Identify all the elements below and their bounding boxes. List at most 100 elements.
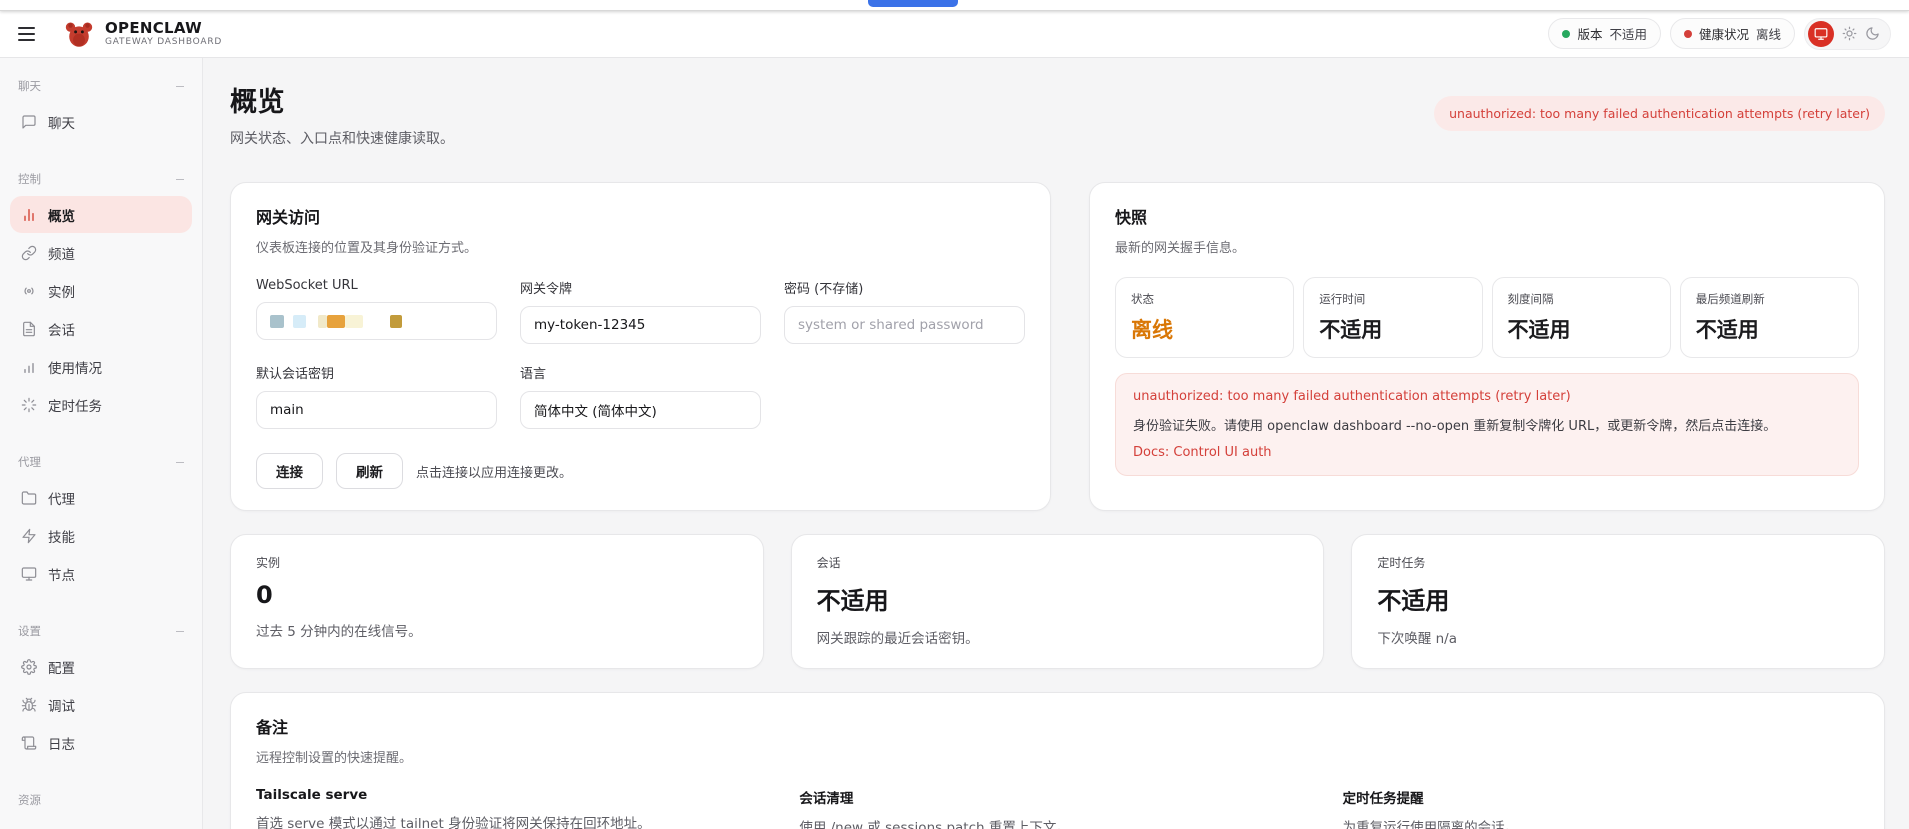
gateway-dashboard-app: OPENCLAW GATEWAY DASHBOARD 版本 不适用 健康状况 离…	[0, 10, 1909, 829]
session-key-label: 默认会话密钥	[256, 367, 335, 382]
sidebar-item-label: 会话	[48, 322, 75, 339]
sidebar-section-chat: 聊天 聊天	[10, 74, 192, 140]
browser-top-strip	[0, 0, 1909, 10]
language-label: 语言	[520, 367, 547, 382]
version-badge-label: 版本	[1577, 27, 1603, 42]
note-tailscale: Tailscale serve 首选 serve 模式以通过 tailnet 身…	[256, 787, 772, 829]
note-text: 为重复运行使用隔离的会话。	[1342, 820, 1519, 829]
sidebar-item-cron[interactable]: 定时任务	[10, 386, 192, 423]
sidebar-section-control-header[interactable]: 控制	[10, 167, 192, 195]
password-input[interactable]	[784, 306, 1025, 344]
notes-card: 备注 远程控制设置的快速提醒。 Tailscale serve 首选 serve…	[230, 692, 1885, 829]
moon-icon	[1866, 27, 1879, 40]
sidebar-item-label: 代理	[48, 491, 75, 508]
folder-icon	[21, 490, 37, 506]
stat-tile-status: 状态 离线	[1115, 277, 1295, 358]
top-bar: OPENCLAW GATEWAY DASHBOARD 版本 不适用 健康状况 离…	[0, 10, 1909, 58]
sidebar-item-label: 定时任务	[48, 398, 102, 415]
sidebar-section-chat-header[interactable]: 聊天	[10, 74, 192, 102]
health-status-dot	[1683, 29, 1692, 38]
auth-error-detail: 身份验证失败。请使用 openclaw dashboard --no-open …	[1133, 419, 1777, 434]
sidebar-item-logs[interactable]: 日志	[10, 724, 192, 761]
collapse-dash-icon	[176, 461, 184, 463]
stat-value: 离线	[1131, 318, 1173, 342]
note-text: 首选 serve 模式以通过 tailnet 身份验证将网关保持在回环地址。	[256, 816, 651, 829]
bug-icon	[21, 697, 37, 713]
version-badge-value: 不适用	[1609, 27, 1647, 42]
theme-switcher	[1804, 17, 1891, 50]
page-subtitle: 网关状态、入口点和快速健康读取。	[230, 131, 454, 147]
connect-button[interactable]: 连接	[256, 453, 323, 489]
sidebar-item-usage[interactable]: 使用情况	[10, 348, 192, 385]
chat-bubble-icon	[21, 114, 37, 130]
session-key-input[interactable]	[256, 391, 497, 429]
sidebar-section-agents-header[interactable]: 代理	[10, 450, 192, 478]
card-title: 网关访问	[256, 208, 321, 227]
sidebar-item-skills[interactable]: 技能	[10, 517, 192, 554]
websocket-url-input[interactable]	[256, 302, 497, 340]
collapse-dash-icon	[176, 630, 184, 632]
sidebar-item-agents[interactable]: 代理	[10, 479, 192, 516]
theme-system-button[interactable]	[1808, 20, 1834, 47]
sidebar-section-agents: 代理 代理 技能 节点	[10, 450, 192, 592]
note-heading: Tailscale serve	[256, 787, 368, 803]
sidebar-item-label: 调试	[48, 698, 75, 715]
sidebar-item-label: 聊天	[48, 115, 75, 132]
metric-label: 定时任务	[1377, 556, 1426, 570]
stat-value: 不适用	[1319, 318, 1383, 342]
note-session-cleanup: 会话清理 使用 /new 或 sessions.patch 重置上下文。	[799, 787, 1315, 829]
sidebar-section-label: 聊天	[18, 79, 41, 93]
metric-label: 实例	[256, 556, 281, 570]
scroll-icon	[21, 735, 37, 751]
note-heading: 定时任务提醒	[1342, 791, 1424, 807]
sidebar-item-debug[interactable]: 调试	[10, 686, 192, 723]
sidebar-section-settings-header[interactable]: 设置	[10, 619, 192, 647]
browser-tab-artifact	[868, 0, 958, 7]
gateway-token-input[interactable]	[520, 306, 761, 344]
stat-value: 不适用	[1695, 318, 1759, 342]
zap-icon	[21, 528, 37, 544]
language-select[interactable]: 简体中文 (简体中文)	[520, 391, 761, 429]
sidebar-item-channels[interactable]: 频道	[10, 234, 192, 271]
note-cron-reminder: 定时任务提醒 为重复运行使用隔离的会话。	[1343, 787, 1859, 829]
metric-value: 不适用	[1377, 587, 1450, 615]
sidebar-item-nodes[interactable]: 节点	[10, 555, 192, 592]
error-toast: unauthorized: too many failed authentica…	[1434, 96, 1885, 131]
auth-error-message: unauthorized: too many failed authentica…	[1133, 389, 1571, 404]
sidebar-item-label: 实例	[48, 284, 75, 301]
docs-control-ui-auth-link[interactable]: Docs: Control UI auth	[1133, 445, 1272, 460]
metric-label: 会话	[816, 556, 841, 570]
menu-toggle-button[interactable]	[18, 19, 48, 49]
stat-tile-tick-interval: 刻度间隔 不适用	[1491, 277, 1671, 358]
websocket-url-label: WebSocket URL	[256, 278, 358, 293]
loader-icon	[21, 397, 37, 413]
sidebar-section-resources-header[interactable]: 资源	[10, 788, 192, 816]
health-badge: 健康状况 离线	[1669, 18, 1795, 49]
stat-value: 不适用	[1507, 318, 1571, 342]
sidebar-item-chat[interactable]: 聊天	[10, 103, 192, 140]
theme-light-button[interactable]	[1842, 26, 1857, 41]
broadcast-icon	[21, 283, 37, 299]
health-badge-value: 离线	[1755, 27, 1781, 42]
sidebar-item-config[interactable]: 配置	[10, 648, 192, 685]
sidebar-item-overview[interactable]: 概览	[10, 196, 192, 233]
sidebar-item-instances[interactable]: 实例	[10, 272, 192, 309]
gateway-token-label: 网关令牌	[520, 282, 573, 297]
brand: OPENCLAW GATEWAY DASHBOARD	[62, 17, 222, 51]
sidebar-item-label: 频道	[48, 246, 75, 263]
metric-value: 0	[256, 581, 273, 609]
collapse-dash-icon	[176, 85, 184, 87]
refresh-button[interactable]: 刷新	[336, 453, 403, 489]
sidebar-section-label: 设置	[18, 624, 41, 638]
sidebar-item-label: 节点	[48, 567, 75, 584]
sidebar-item-label: 日志	[48, 736, 75, 753]
metric-caption: 网关跟踪的最近会话密钥。	[816, 631, 979, 647]
sidebar-item-sessions[interactable]: 会话	[10, 310, 192, 347]
auth-error-box: unauthorized: too many failed authentica…	[1115, 373, 1859, 476]
password-label: 密码 (不存储)	[784, 282, 864, 297]
theme-dark-button[interactable]	[1865, 26, 1880, 41]
sun-icon	[1842, 26, 1857, 41]
card-title: 备注	[256, 718, 289, 737]
sidebar-section-resources: 资源	[10, 788, 192, 816]
stat-label: 最后频道刷新	[1695, 292, 1765, 306]
